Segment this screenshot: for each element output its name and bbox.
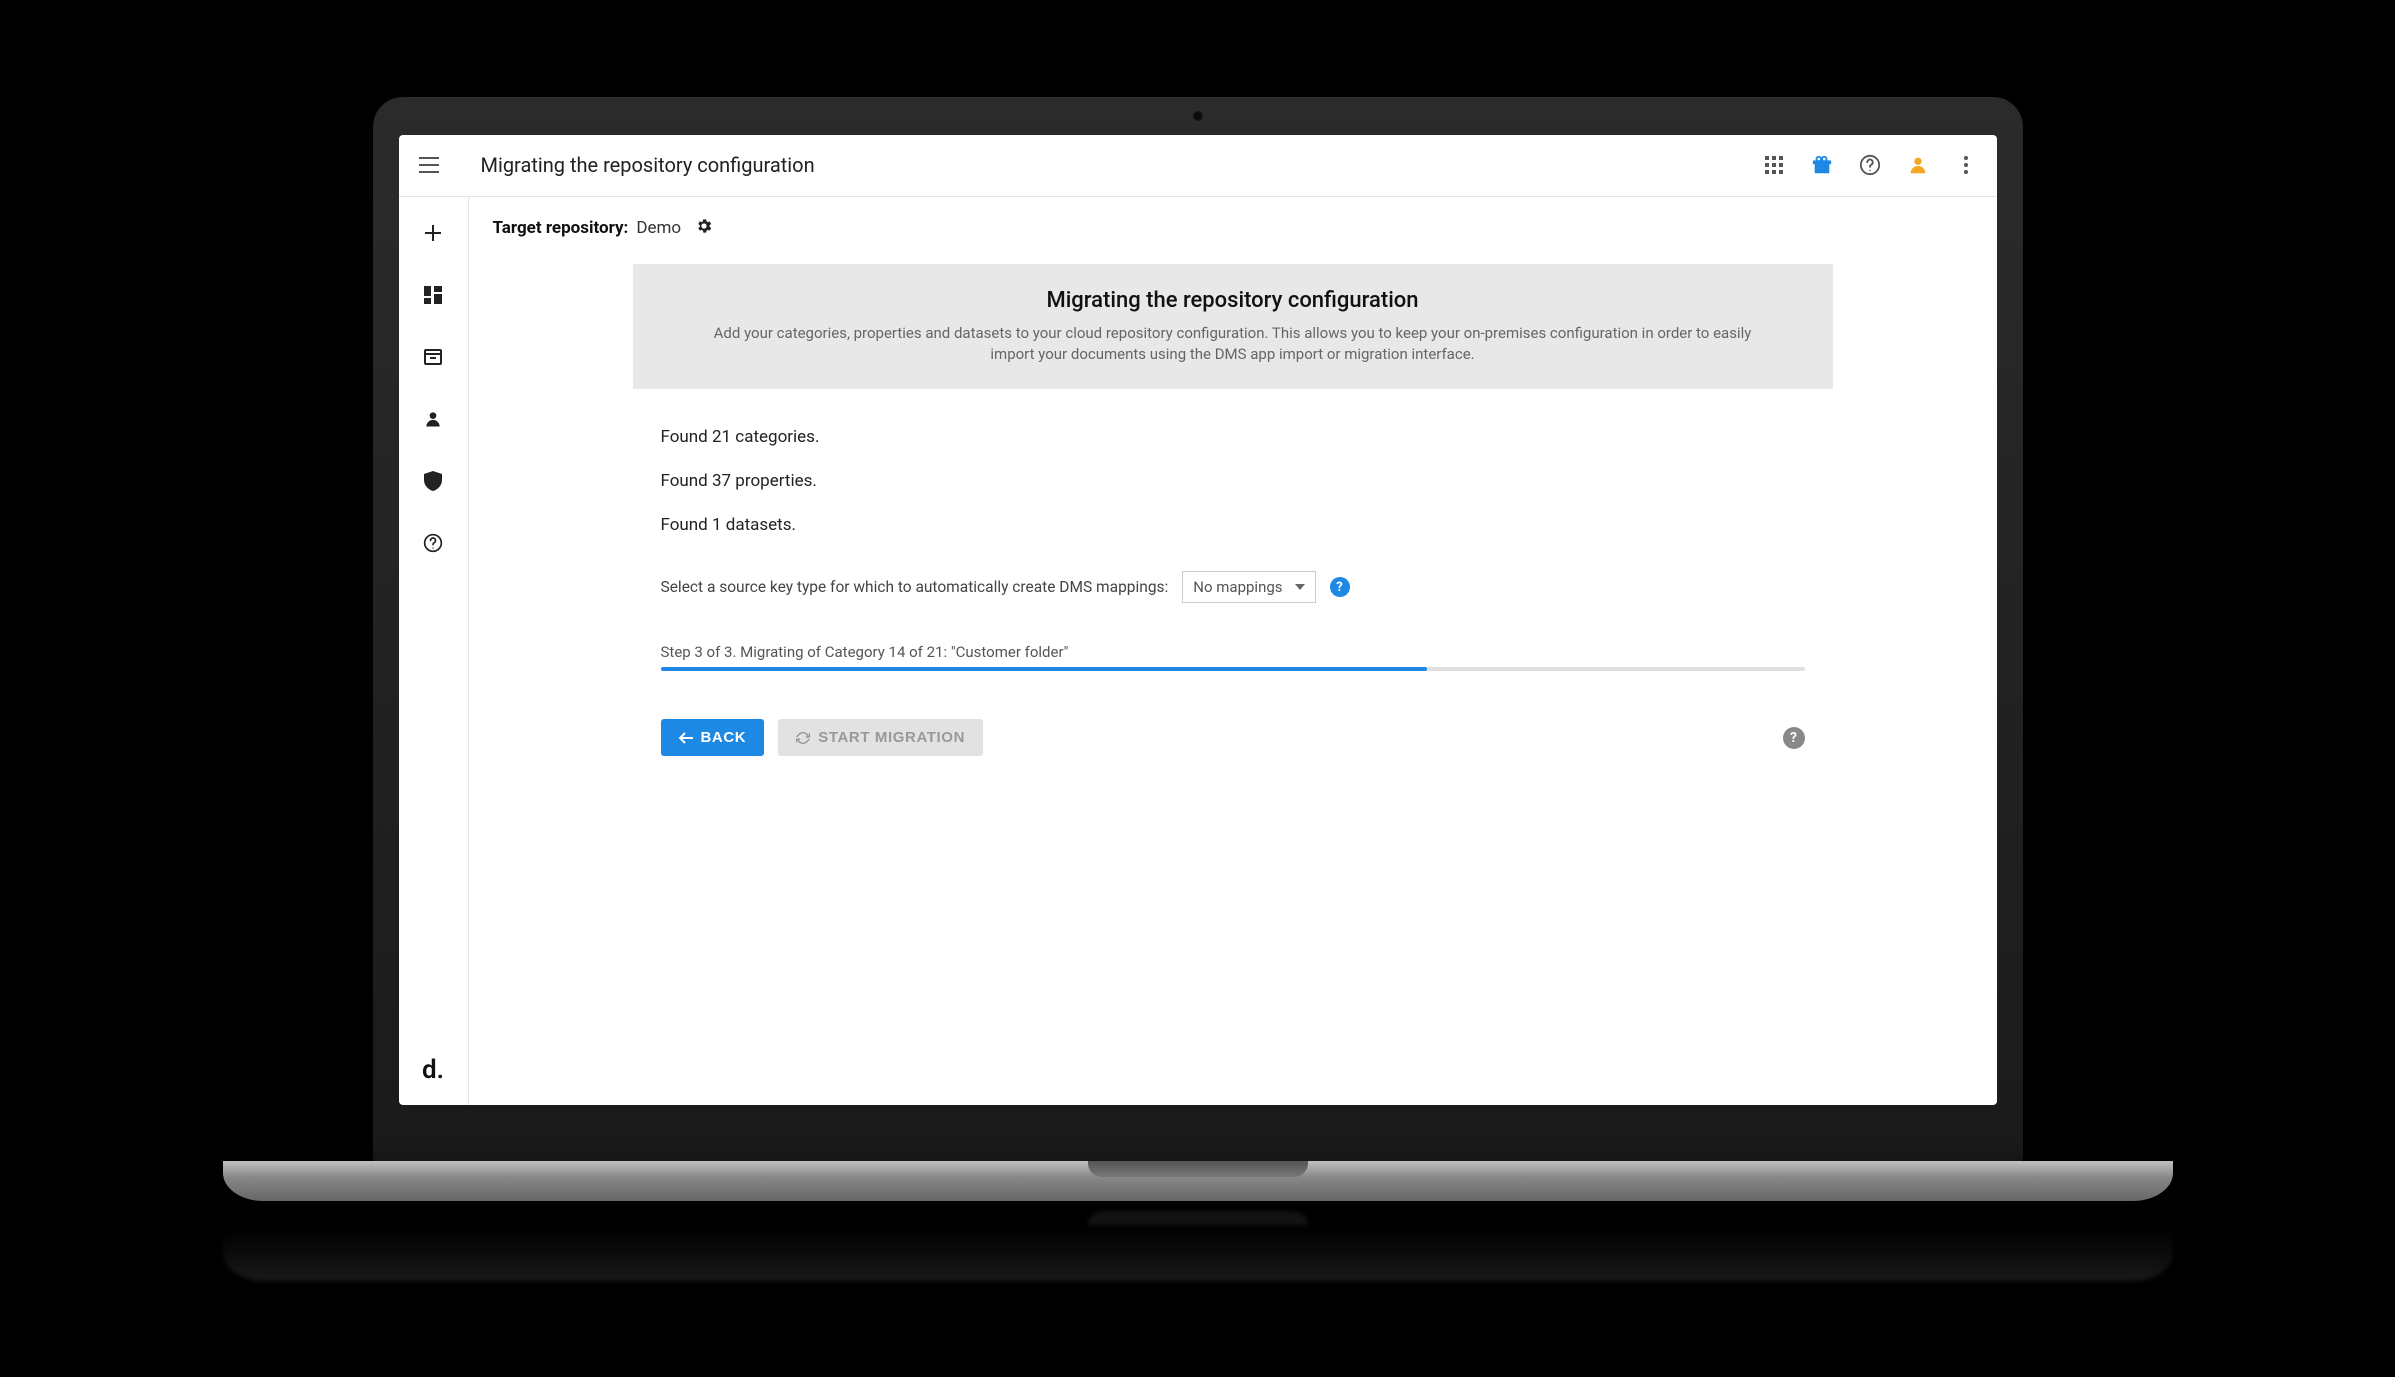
chevron-down-icon (1295, 584, 1305, 590)
page-title: Migrating the repository configuration (481, 153, 815, 177)
card-body: Found 21 categories. Found 37 properties… (633, 389, 1833, 789)
laptop-notch (1088, 1161, 1308, 1177)
progress-label: Step 3 of 3. Migrating of Category 14 of… (661, 643, 1805, 661)
sidebar-help[interactable] (415, 525, 451, 561)
sidebar-add[interactable] (415, 215, 451, 251)
webcam (1193, 111, 1203, 121)
gear-icon[interactable] (695, 217, 713, 240)
back-button[interactable]: BACK (661, 719, 765, 756)
laptop-mockup: Migrating the repository configuration (373, 97, 2023, 1281)
mapping-label: Select a source key type for which to au… (661, 578, 1169, 596)
topbar: Migrating the repository configuration (399, 135, 1997, 197)
card-title: Migrating the repository configuration (661, 288, 1805, 313)
app-screen: Migrating the repository configuration (399, 135, 1997, 1105)
progress-fill (661, 667, 1427, 671)
mapping-row: Select a source key type for which to au… (661, 571, 1805, 603)
menu-button[interactable] (413, 149, 445, 181)
user-icon[interactable] (1905, 152, 1931, 178)
sidebar-logo[interactable]: d. (422, 1055, 444, 1085)
summary-list: Found 21 categories. Found 37 properties… (661, 415, 1805, 548)
gift-icon[interactable] (1809, 152, 1835, 178)
sidebar-archive[interactable] (415, 339, 451, 375)
start-label: START MIGRATION (818, 729, 965, 746)
apps-grid-icon[interactable] (1761, 152, 1787, 178)
laptop-lid: Migrating the repository configuration (373, 97, 2023, 1165)
sidebar-security[interactable] (415, 463, 451, 499)
target-value: Demo (636, 218, 681, 238)
sidebar: d. (399, 197, 469, 1105)
mapping-selected: No mappings (1193, 578, 1282, 596)
back-label: BACK (701, 729, 747, 746)
target-label: Target repository: (493, 218, 629, 238)
sidebar-users[interactable] (415, 401, 451, 437)
app-body: d. Target repository: Demo Migrating the… (399, 197, 1997, 1105)
card-header: Migrating the repository configuration A… (633, 264, 1833, 389)
progress-bar (661, 667, 1805, 671)
migration-card: Migrating the repository configuration A… (633, 264, 1833, 789)
more-vertical-icon[interactable] (1953, 152, 1979, 178)
refresh-icon (796, 731, 810, 745)
summary-datasets: Found 1 datasets. (661, 503, 1805, 547)
target-repo-row: Target repository: Demo (469, 197, 1997, 256)
mapping-select[interactable]: No mappings (1182, 571, 1315, 603)
arrow-left-icon (679, 732, 693, 744)
progress-section: Step 3 of 3. Migrating of Category 14 of… (661, 643, 1805, 671)
content-area: Target repository: Demo Migrating the re… (469, 197, 1997, 1105)
footer-help-icon[interactable]: ? (1783, 727, 1805, 749)
help-icon[interactable] (1857, 152, 1883, 178)
laptop-base (223, 1161, 2173, 1201)
summary-properties: Found 37 properties. (661, 459, 1805, 503)
card-description: Add your categories, properties and data… (693, 323, 1773, 365)
mapping-help-icon[interactable]: ? (1330, 577, 1350, 597)
topbar-right (1761, 152, 1979, 178)
action-row: BACK START MIGRATION ? (661, 719, 1805, 774)
summary-categories: Found 21 categories. (661, 415, 1805, 459)
start-migration-button: START MIGRATION (778, 719, 983, 756)
laptop-reflection (223, 1211, 2173, 1281)
sidebar-dashboard[interactable] (415, 277, 451, 313)
